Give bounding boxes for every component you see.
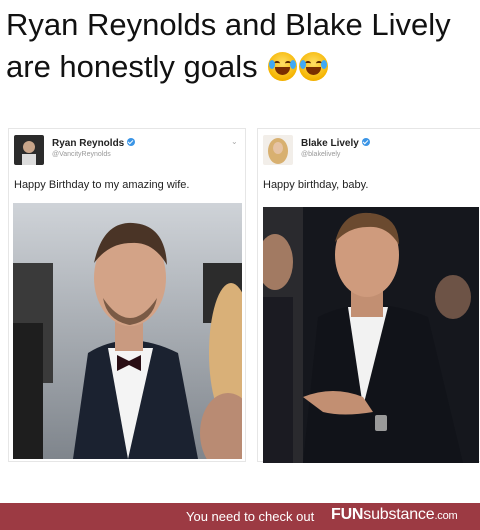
tweet-photo <box>13 203 242 459</box>
footer-banner: You need to check out FUNsubstance.com <box>0 503 480 530</box>
brand-light: substance <box>363 506 435 523</box>
tweet-text: Happy birthday, baby. <box>263 179 369 191</box>
chevron-down-icon[interactable]: ⌄ <box>231 137 238 146</box>
tweet-photo <box>263 207 479 463</box>
user-handle[interactable]: @blakelively <box>301 151 340 158</box>
tweet-card-ryan: Ryan Reynolds @VancityReynolds ⌄ Happy B… <box>8 128 246 462</box>
brand-bold: FUN <box>331 506 364 523</box>
meme-caption: Ryan Reynolds and Blake Lively are hones… <box>6 4 474 88</box>
face-with-tears-of-joy-icon <box>268 52 298 81</box>
display-name[interactable]: Blake Lively <box>301 138 370 149</box>
brand-suffix: .com <box>434 510 458 522</box>
tweet-card-blake: Blake Lively @blakelively Happy birthday… <box>257 128 480 463</box>
tweet-text: Happy Birthday to my amazing wife. <box>14 179 190 191</box>
avatar[interactable] <box>263 135 293 165</box>
verified-badge-icon <box>361 138 370 146</box>
face-with-tears-of-joy-icon <box>299 52 329 81</box>
caption-text: Ryan Reynolds and Blake Lively are hones… <box>6 7 451 84</box>
footer-text: You need to check out <box>186 509 315 524</box>
user-handle[interactable]: @VancityReynolds <box>52 151 111 158</box>
display-name[interactable]: Ryan Reynolds <box>52 138 136 149</box>
verified-badge-icon <box>127 138 136 146</box>
brand-logo[interactable]: FUNsubstance.com <box>331 506 458 524</box>
avatar[interactable] <box>14 135 44 165</box>
